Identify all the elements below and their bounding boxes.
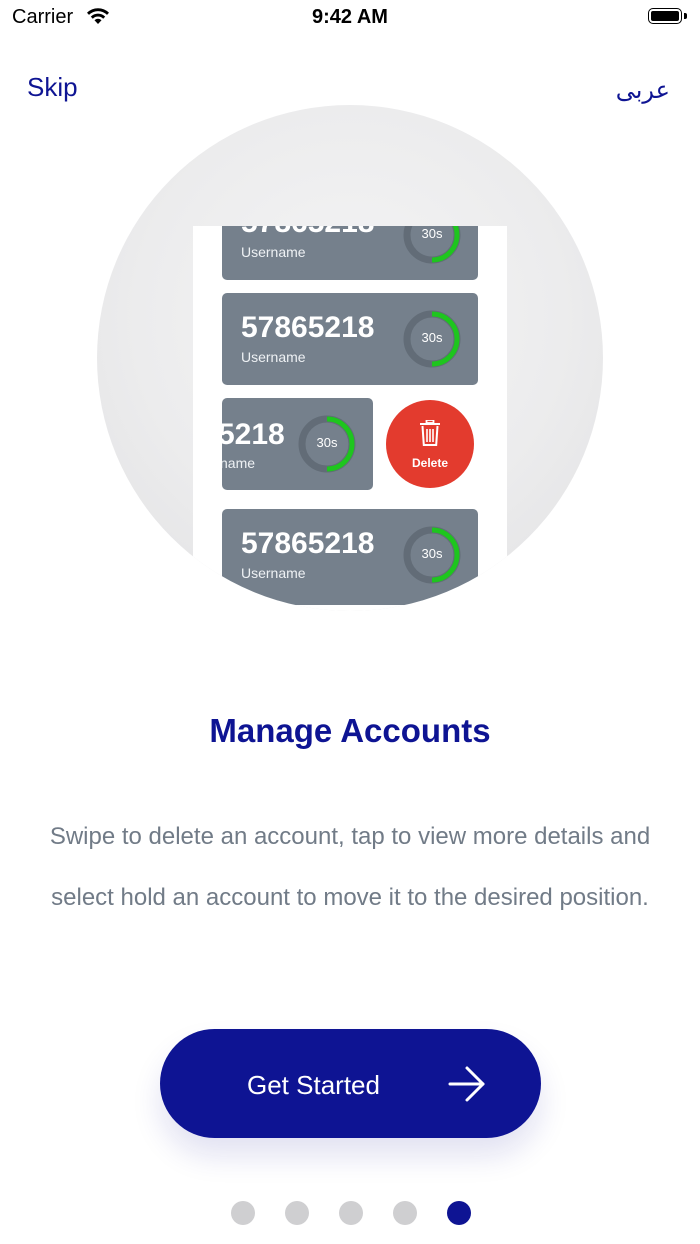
page-dot-5[interactable] (447, 1201, 471, 1225)
account-username: Username (241, 565, 306, 581)
countdown-timer: 30s (401, 226, 463, 266)
countdown-timer: 30s (296, 413, 358, 475)
account-card: 57865218 Username 30s (222, 226, 478, 280)
timer-label: 30s (316, 435, 338, 450)
get-started-button[interactable]: Get Started (160, 1029, 541, 1138)
onboarding-illustration: 57865218 Username 30s 57865218 Username … (97, 105, 603, 611)
phone-screen-mockup: 57865218 Username 30s 57865218 Username … (193, 226, 507, 611)
delete-button: Delete (386, 400, 474, 488)
page-dot-1[interactable] (231, 1201, 255, 1225)
account-card-swiped: 5218 name 30s (222, 398, 373, 490)
account-number: 57865218 (241, 226, 374, 240)
timer-label: 30s (421, 226, 443, 241)
account-number: 5218 (222, 418, 285, 451)
page-description: Swipe to delete an account, tap to view … (49, 823, 651, 911)
page-dot-2[interactable] (285, 1201, 309, 1225)
timer-label: 30s (421, 330, 443, 345)
status-bar: Carrier 9:42 AM (0, 0, 700, 36)
page-dot-3[interactable] (339, 1201, 363, 1225)
skip-button[interactable]: Skip (27, 72, 78, 103)
account-username: Username (241, 349, 306, 365)
get-started-label: Get Started (247, 1070, 380, 1100)
page-title: Manage Accounts (209, 712, 491, 749)
battery-icon (648, 8, 688, 26)
account-number: 57865218 (241, 311, 375, 344)
clock: 9:42 AM (312, 6, 388, 28)
page-dot-4[interactable] (393, 1201, 417, 1225)
countdown-timer: 30s (401, 524, 463, 586)
arrow-right-icon (448, 1066, 485, 1102)
account-username: Username (241, 244, 306, 260)
countdown-timer: 30s (401, 308, 463, 370)
trash-icon (420, 420, 440, 446)
account-card: 57865218 Username 30s (222, 293, 478, 385)
account-number: 57865218 (241, 527, 375, 560)
delete-label: Delete (411, 456, 449, 470)
page-indicator (231, 1201, 471, 1225)
account-card: 57865218 Username 30s (222, 509, 478, 605)
timer-label: 30s (421, 546, 443, 561)
account-username: name (222, 455, 256, 471)
language-toggle[interactable]: عربى (616, 76, 670, 105)
